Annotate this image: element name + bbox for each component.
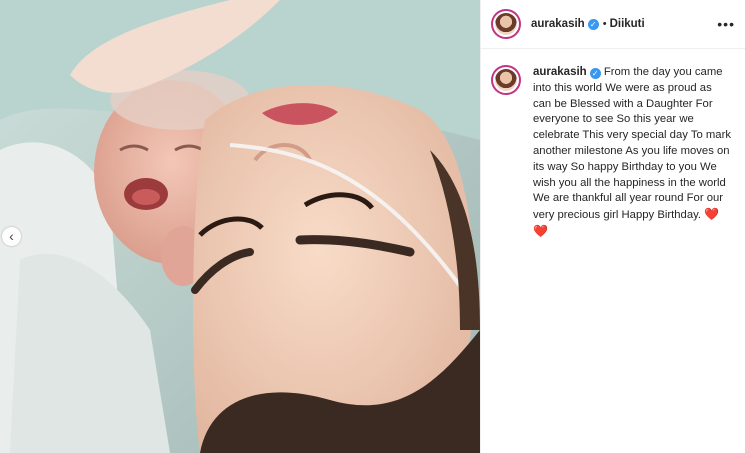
carousel-prev-button[interactable]: ‹ [2, 227, 21, 246]
caption-comment: aurakasih ✓ From the day you came into th… [481, 49, 745, 241]
following-button[interactable]: Diikuti [610, 18, 645, 30]
post-photo: ‹ [0, 0, 480, 453]
separator-dot: • [602, 18, 607, 30]
more-options-icon[interactable]: ••• [717, 16, 735, 32]
caption-avatar-image [495, 69, 517, 91]
post-side-panel: aurakasih ✓ • Diikuti ••• aurakasih ✓ Fro… [480, 0, 745, 453]
chevron-left-icon: ‹ [9, 228, 14, 244]
verified-badge-icon: ✓ [587, 18, 599, 30]
caption-text: aurakasih ✓ From the day you came into th… [533, 65, 733, 241]
caption-verified-badge-icon: ✓ [589, 68, 601, 79]
avatar-image [495, 13, 517, 35]
username-link[interactable]: aurakasih [531, 18, 585, 30]
caption-username-link[interactable]: aurakasih [533, 66, 587, 78]
avatar[interactable] [491, 9, 521, 39]
caption-body: From the day you came into this world We… [533, 66, 731, 222]
photo-image [0, 0, 480, 453]
post-header: aurakasih ✓ • Diikuti ••• [481, 0, 745, 49]
caption-avatar[interactable] [491, 65, 521, 95]
